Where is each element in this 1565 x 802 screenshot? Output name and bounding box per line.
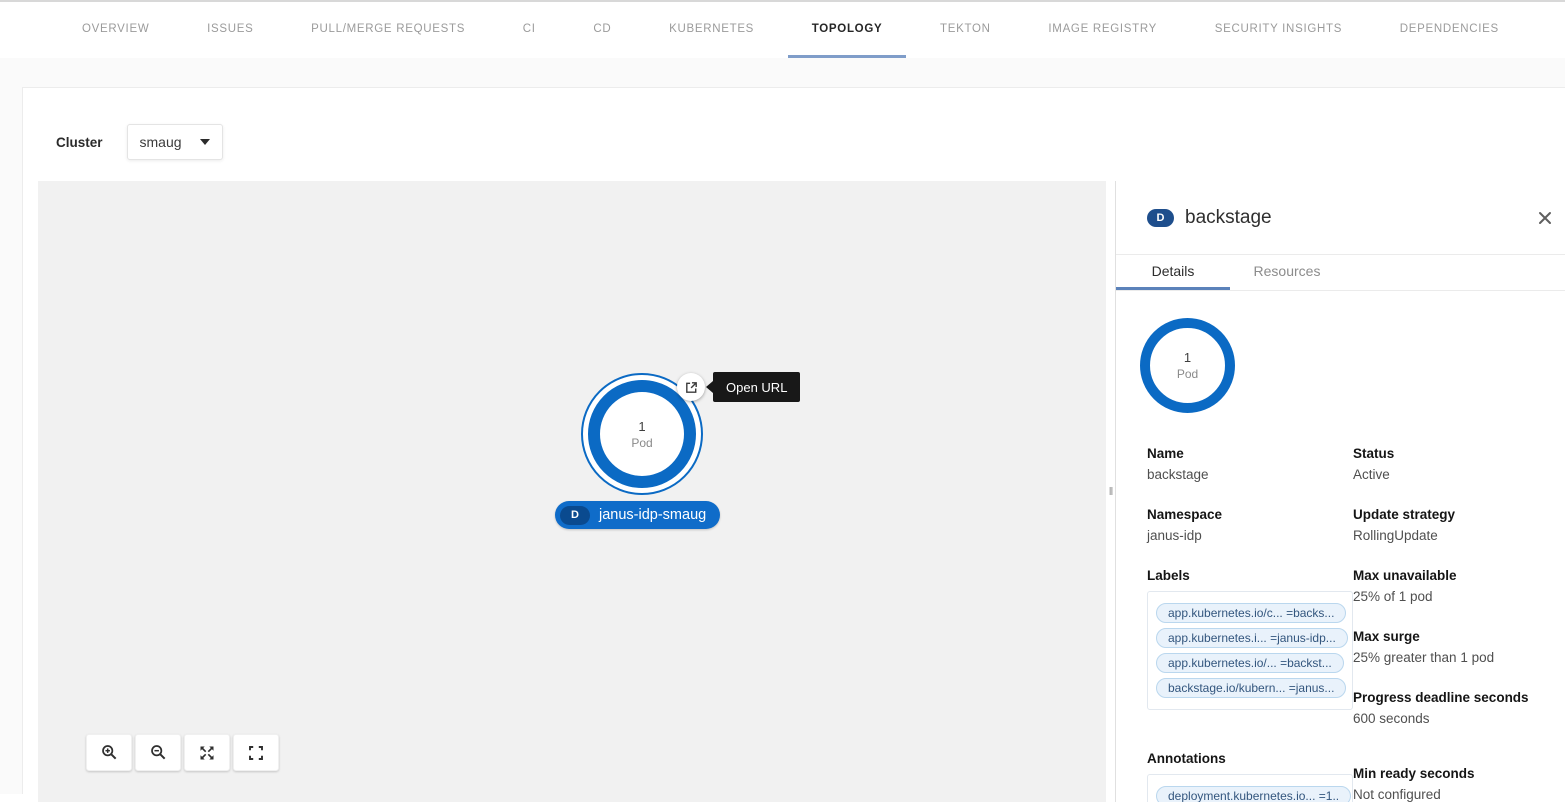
reset-view-button[interactable] [233, 734, 279, 771]
tab-kubernetes[interactable]: KUBERNETES [645, 2, 778, 58]
field-name: Name backstage [1147, 445, 1353, 484]
close-icon [1538, 211, 1552, 225]
close-panel-button[interactable] [1534, 207, 1556, 229]
tab-cd[interactable]: CD [569, 2, 635, 58]
field-label: Max surge [1353, 628, 1565, 646]
details-fields: Name backstage Status Active Namespace j… [1147, 445, 1565, 802]
field-namespace: Namespace janus-idp [1147, 506, 1353, 545]
field-label: Min ready seconds [1353, 765, 1565, 783]
annotations-chip-group: deployment.kubernetes.io... =1.. [1147, 774, 1353, 802]
side-panel-header: D backstage [1116, 181, 1565, 255]
field-label: Namespace [1147, 506, 1353, 524]
tab-tekton[interactable]: TEKTON [916, 2, 1015, 58]
chevron-down-icon [200, 139, 210, 145]
zoom-in-icon [101, 744, 118, 761]
tooltip-arrow [706, 381, 713, 393]
open-url-button[interactable] [677, 373, 705, 401]
cluster-select[interactable]: smaug [127, 124, 223, 160]
cluster-select-value: smaug [140, 134, 182, 150]
field-label: Labels [1147, 567, 1353, 585]
field-labels: Labels app.kubernetes.io/c... =backs... … [1147, 567, 1353, 728]
field-value: janus-idp [1147, 527, 1353, 545]
label-chip[interactable]: app.kubernetes.io/c... =backs... [1156, 603, 1346, 623]
fit-to-screen-button[interactable] [184, 734, 230, 771]
tab-ci[interactable]: CI [499, 2, 560, 58]
side-panel-body: 1 Pod Name backstage Status Active [1116, 291, 1565, 802]
panel-resize-handle[interactable]: ‖ [1106, 181, 1116, 802]
label-chip[interactable]: app.kubernetes.i... =janus-idp... [1156, 628, 1348, 648]
pod-unit: Pod [1177, 367, 1198, 381]
field-label: Name [1147, 445, 1353, 463]
entity-tab-bar: OVERVIEW ISSUES PULL/MERGE REQUESTS CI C… [0, 0, 1565, 58]
tab-dependencies[interactable]: DEPENDENCIES [1376, 2, 1523, 58]
fit-to-screen-icon [199, 745, 215, 761]
tab-resources[interactable]: Resources [1230, 255, 1344, 290]
field-value: Active [1353, 466, 1565, 484]
field-update-strategy: Update strategy RollingUpdate [1353, 506, 1565, 545]
field-value: RollingUpdate [1353, 527, 1565, 545]
zoom-in-button[interactable] [86, 734, 132, 771]
field-progress-deadline: Progress deadline seconds 600 seconds [1353, 689, 1565, 728]
side-panel-tabs: Details Resources [1116, 255, 1565, 291]
field-max-surge: Max surge 25% greater than 1 pod [1353, 628, 1565, 667]
field-label: Progress deadline seconds [1353, 689, 1565, 707]
field-min-ready: Min ready seconds Not configured [1353, 765, 1565, 802]
field-max-unavailable: Max unavailable 25% of 1 pod [1353, 567, 1565, 606]
labels-chip-group: app.kubernetes.io/c... =backs... app.kub… [1147, 591, 1353, 710]
field-status: Status Active [1353, 445, 1565, 484]
field-label: Update strategy [1353, 506, 1565, 524]
reset-view-icon [248, 745, 264, 761]
details-side-panel: D backstage Details Resources 1 Pod [1116, 181, 1565, 802]
field-label: Status [1353, 445, 1565, 463]
node-label-text: janus-idp-smaug [599, 507, 706, 523]
field-label: Annotations [1147, 750, 1353, 768]
cluster-selector-row: Cluster smaug [56, 124, 223, 160]
field-value: 25% of 1 pod [1353, 588, 1565, 606]
pod-count: 1 [1184, 350, 1191, 365]
node-label[interactable]: D janus-idp-smaug [555, 501, 720, 529]
deployment-badge: D [1147, 209, 1174, 227]
rollout-settings-column: Max unavailable 25% of 1 pod Max surge 2… [1353, 567, 1565, 728]
resize-grip-icon: ‖ [1109, 486, 1113, 498]
tab-security-insights[interactable]: SECURITY INSIGHTS [1191, 2, 1366, 58]
side-panel-title: backstage [1185, 207, 1534, 229]
field-annotations: Annotations deployment.kubernetes.io... … [1147, 750, 1353, 802]
field-value: backstage [1147, 466, 1353, 484]
pod-donut-summary[interactable]: 1 Pod [1140, 318, 1235, 413]
open-url-tooltip: Open URL [713, 372, 800, 402]
topology-card: Cluster smaug 1 Pod [22, 87, 1565, 794]
pod-unit: Pod [631, 436, 652, 450]
tab-topology[interactable]: TOPOLOGY [788, 2, 907, 58]
topology-page: Cluster smaug 1 Pod [0, 58, 1565, 794]
deployment-badge: D [560, 506, 590, 525]
label-chip[interactable]: app.kubernetes.io/... =backst... [1156, 653, 1344, 673]
field-label: Max unavailable [1353, 567, 1565, 585]
tab-details[interactable]: Details [1116, 255, 1230, 290]
field-value: 25% greater than 1 pod [1353, 649, 1565, 667]
zoom-out-button[interactable] [135, 734, 181, 771]
label-chip[interactable]: backstage.io/kubern... =janus... [1156, 678, 1346, 698]
tab-image-registry[interactable]: IMAGE REGISTRY [1024, 2, 1181, 58]
field-value: 600 seconds [1353, 710, 1565, 728]
tab-pull-merge-requests[interactable]: PULL/MERGE REQUESTS [287, 2, 489, 58]
field-value: Not configured [1353, 786, 1565, 802]
annotation-chip[interactable]: deployment.kubernetes.io... =1.. [1156, 786, 1351, 802]
external-link-icon [684, 380, 699, 395]
zoom-out-icon [150, 744, 167, 761]
cluster-label: Cluster [56, 135, 103, 150]
canvas-controls [86, 734, 279, 771]
topology-canvas[interactable]: 1 Pod Open URL D janus-idp-smau [38, 181, 1106, 802]
tab-issues[interactable]: ISSUES [183, 2, 277, 58]
tooltip-text: Open URL [726, 380, 787, 395]
tab-overview[interactable]: OVERVIEW [58, 2, 173, 58]
pod-count: 1 [638, 419, 645, 434]
